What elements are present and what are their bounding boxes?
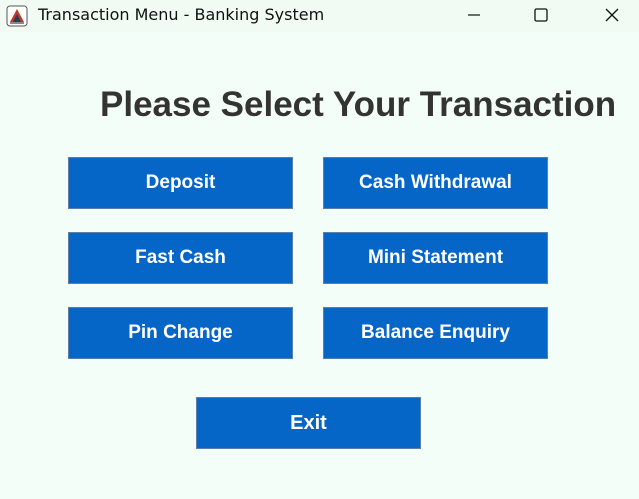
minimize-button[interactable] bbox=[451, 0, 497, 30]
page-title: Please Select Your Transaction bbox=[100, 85, 617, 124]
close-icon bbox=[604, 7, 620, 23]
window-title: Transaction Menu - Banking System bbox=[38, 5, 325, 24]
deposit-button[interactable]: Deposit bbox=[68, 157, 293, 209]
maximize-button[interactable] bbox=[518, 0, 564, 30]
maximize-icon bbox=[533, 7, 549, 23]
minimize-icon bbox=[467, 8, 481, 22]
pin-change-button[interactable]: Pin Change bbox=[68, 307, 293, 359]
close-button[interactable] bbox=[589, 0, 635, 30]
exit-button[interactable]: Exit bbox=[196, 397, 421, 449]
fast-cash-button[interactable]: Fast Cash bbox=[68, 232, 293, 284]
mini-statement-button[interactable]: Mini Statement bbox=[323, 232, 548, 284]
cash-withdrawal-button[interactable]: Cash Withdrawal bbox=[323, 157, 548, 209]
balance-enquiry-button[interactable]: Balance Enquiry bbox=[323, 307, 548, 359]
title-bar[interactable]: Transaction Menu - Banking System bbox=[0, 0, 639, 32]
java-app-icon bbox=[6, 5, 28, 27]
